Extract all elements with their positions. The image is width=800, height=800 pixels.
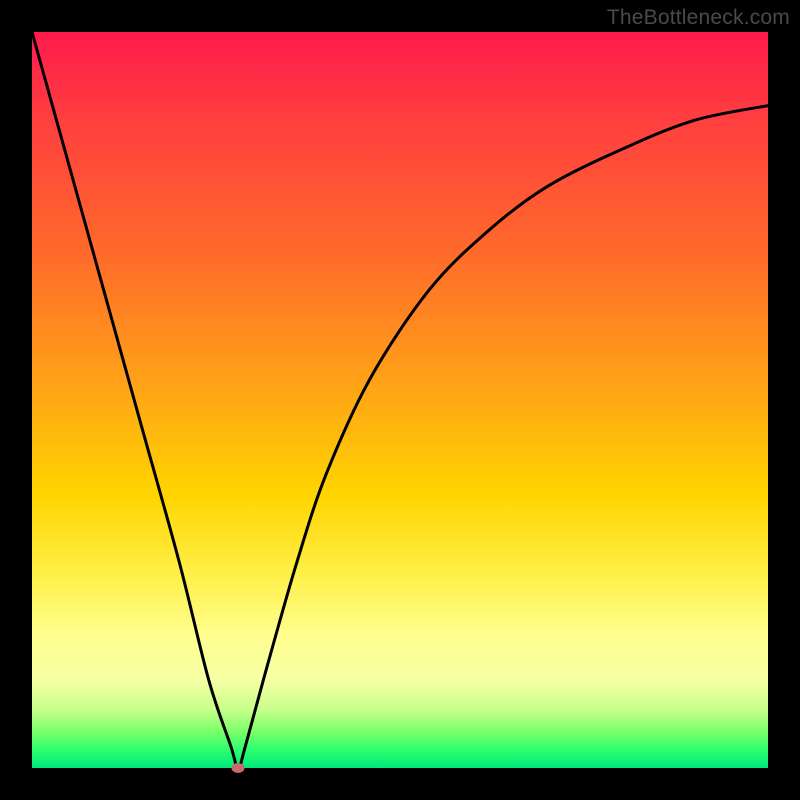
- watermark-text: TheBottleneck.com: [607, 6, 790, 30]
- chart-frame: TheBottleneck.com: [0, 0, 800, 800]
- chart-marker: [232, 763, 245, 773]
- chart-gradient-bg: [32, 32, 768, 768]
